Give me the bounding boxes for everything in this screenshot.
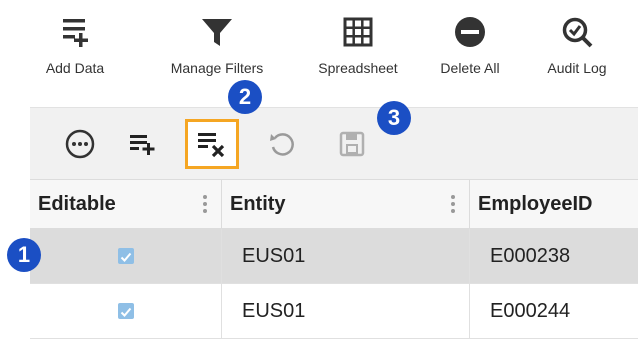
table-row[interactable]: EUS01 E000244 (30, 284, 638, 339)
minus-circle-icon (453, 8, 487, 56)
column-menu-icon[interactable] (451, 194, 455, 214)
employeeid-cell[interactable]: E000238 (470, 229, 638, 283)
check-icon (120, 307, 131, 317)
column-menu-icon[interactable] (203, 194, 207, 214)
grid-toolbar (30, 107, 638, 180)
entity-cell[interactable]: EUS01 (222, 229, 470, 283)
check-icon (120, 252, 131, 262)
audit-log-label: Audit Log (547, 60, 607, 76)
employeeid-cell[interactable]: E000244 (470, 284, 638, 338)
add-data-label: Add Data (45, 60, 105, 76)
save-icon[interactable] (330, 122, 374, 166)
delete-all-button[interactable]: Delete All (427, 8, 513, 76)
manage-filters-label: Manage Filters (170, 60, 264, 76)
spreadsheet-icon (342, 8, 374, 56)
column-header-employeeid[interactable]: EmployeeID (470, 180, 638, 228)
column-header-label: Entity (230, 192, 286, 215)
more-options-icon[interactable] (58, 122, 102, 166)
delete-row-button[interactable] (185, 119, 239, 169)
delete-all-label: Delete All (440, 60, 500, 76)
column-header-entity[interactable]: Entity (222, 180, 470, 228)
editable-checkbox[interactable] (117, 248, 134, 264)
filter-icon (200, 8, 234, 56)
audit-search-icon (560, 8, 594, 56)
add-data-icon (59, 8, 91, 56)
undo-icon[interactable] (260, 122, 304, 166)
top-ribbon: Add Data Manage Filters Spreadsheet Dele… (0, 0, 638, 92)
column-header-editable[interactable]: Editable (30, 180, 222, 228)
editable-checkbox[interactable] (117, 303, 134, 319)
column-header-label: Editable (38, 192, 116, 215)
add-row-icon[interactable] (121, 122, 165, 166)
editable-cell[interactable] (30, 229, 222, 283)
column-header-label: EmployeeID (478, 192, 593, 215)
spreadsheet-label: Spreadsheet (318, 60, 398, 76)
grid-header-row: Editable Entity EmployeeID (30, 179, 638, 229)
add-data-button[interactable]: Add Data (40, 8, 110, 76)
callout-badge-2: 2 (228, 80, 262, 114)
manage-filters-button[interactable]: Manage Filters (154, 8, 280, 76)
spreadsheet-button[interactable]: Spreadsheet (304, 8, 412, 76)
callout-badge-3: 3 (377, 101, 411, 135)
editable-cell[interactable] (30, 284, 222, 338)
delete-row-icon (198, 133, 225, 158)
entity-cell[interactable]: EUS01 (222, 284, 470, 338)
audit-log-button[interactable]: Audit Log (530, 8, 624, 76)
callout-badge-1: 1 (7, 238, 41, 272)
table-row[interactable]: EUS01 E000238 (30, 229, 638, 284)
